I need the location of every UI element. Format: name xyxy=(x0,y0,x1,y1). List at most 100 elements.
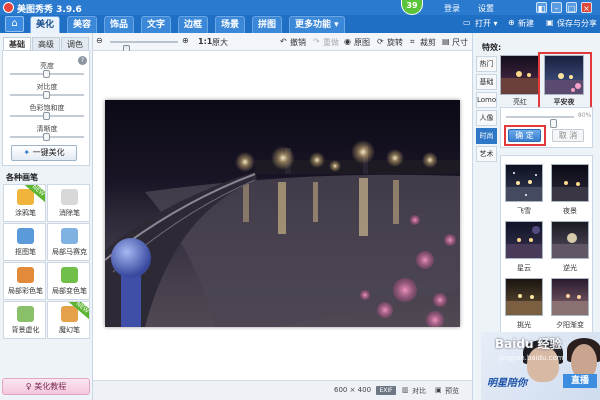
effect-thumb-night[interactable] xyxy=(551,164,589,202)
skin-icon[interactable]: ◧ xyxy=(536,2,547,13)
original-size-button[interactable]: 原大 xyxy=(212,37,228,48)
settings-link[interactable]: 设置 xyxy=(478,3,494,14)
minimize-icon[interactable]: – xyxy=(551,2,562,13)
new-button[interactable]: 新建 xyxy=(518,18,534,29)
night-river-photo[interactable] xyxy=(105,100,460,327)
photo-scene xyxy=(105,140,460,327)
tab-more[interactable]: 更多功能 ▾ xyxy=(289,16,345,33)
brush-label: 魔幻笔 xyxy=(59,326,80,334)
thumb-scene xyxy=(506,226,542,258)
undo-button[interactable]: 撤销 xyxy=(290,37,306,48)
brush-magic[interactable]: 魔幻笔 NEW xyxy=(47,301,90,339)
zoom-ratio[interactable]: 1:1 xyxy=(198,37,212,46)
zoom-slider[interactable] xyxy=(110,41,178,54)
contrast-slider[interactable] xyxy=(10,91,84,99)
cancel-button[interactable]: 取 消 xyxy=(552,129,584,142)
effect-thumb-nebula[interactable] xyxy=(505,221,543,259)
tab-decoration[interactable]: 饰品 xyxy=(104,16,135,33)
contrast-slider-knob[interactable] xyxy=(43,91,50,99)
effect-thumb-snow[interactable] xyxy=(505,164,543,202)
resize-icon[interactable]: ▤ xyxy=(442,37,450,46)
save-icon[interactable]: ▣ xyxy=(546,18,554,27)
brush-local-color[interactable]: 局部彩色笔 xyxy=(3,262,46,300)
category-basic[interactable]: 基础 xyxy=(476,74,497,90)
login-link[interactable]: 登录 xyxy=(444,3,460,14)
open-icon[interactable]: ▭ xyxy=(463,18,471,27)
resize-button[interactable]: 尺寸 xyxy=(452,37,468,48)
category-portrait[interactable]: 人像 xyxy=(476,110,497,126)
thumb-scene xyxy=(552,181,588,201)
tab-advanced[interactable]: 高级 xyxy=(32,37,60,51)
brightness-slider-knob[interactable] xyxy=(43,70,50,78)
sharpness-slider[interactable] xyxy=(10,133,84,141)
compare-icon[interactable]: ▥ xyxy=(402,386,409,394)
undo-icon[interactable]: ↶ xyxy=(280,37,287,46)
home-icon[interactable]: ⌂ xyxy=(5,16,24,32)
one-click-label: 一键美化 xyxy=(32,148,65,157)
brush-mosaic[interactable]: 局部马赛克 xyxy=(47,223,90,261)
redo-button[interactable]: 重做 xyxy=(323,37,339,48)
brightness-slider[interactable] xyxy=(10,70,84,78)
status-bar: 600 × 400 EXIF ▥ 对比 ▣ 预览 xyxy=(93,380,472,400)
effect-thumb-highlight[interactable] xyxy=(505,278,543,316)
tab-frame[interactable]: 边框 xyxy=(178,16,209,33)
original-icon[interactable]: ◉ xyxy=(344,37,351,46)
tab-scene[interactable]: 场景 xyxy=(215,16,246,33)
preview-button[interactable]: 预览 xyxy=(445,386,459,396)
thumb-scene xyxy=(501,71,539,94)
category-fashion[interactable]: 时尚 xyxy=(476,128,497,144)
brush-recolor[interactable]: 局部变色笔 xyxy=(47,262,90,300)
exif-button[interactable]: EXIF xyxy=(376,386,396,395)
tab-basic[interactable]: 基础 xyxy=(3,37,31,51)
zoom-in-icon[interactable]: ⊕ xyxy=(182,36,189,45)
tab-text[interactable]: 文字 xyxy=(141,16,172,33)
new-icon[interactable]: ⊕ xyxy=(508,18,515,27)
strength-slider[interactable] xyxy=(506,116,574,128)
ad-banner[interactable]: Baidu 经验 jingyan.baidu.com 明星陪你 直播 xyxy=(481,332,600,400)
saturation-slider-knob[interactable] xyxy=(43,112,50,120)
brush-label: 局部马赛克 xyxy=(52,248,87,256)
rotate-button[interactable]: 旋转 xyxy=(387,37,403,48)
tab-face[interactable]: 美容 xyxy=(67,16,98,33)
tab-color[interactable]: 调色 xyxy=(61,37,89,51)
redo-icon[interactable]: ↷ xyxy=(313,37,320,46)
zoom-out-icon[interactable]: ⊖ xyxy=(96,36,103,45)
tutorial-button[interactable]: ♀ 美化教程 xyxy=(2,378,90,395)
category-hot[interactable]: 热门 xyxy=(476,56,497,72)
tab-collage[interactable]: 拼图 xyxy=(252,16,283,33)
rotate-icon[interactable]: ⟳ xyxy=(377,37,384,46)
save-share-button[interactable]: 保存与分享 xyxy=(557,18,597,29)
original-button[interactable]: 原图 xyxy=(354,37,370,48)
close-icon[interactable]: × xyxy=(581,2,592,13)
effect-label: 夜景 xyxy=(563,207,577,215)
compare-button[interactable]: 对比 xyxy=(412,386,426,396)
category-art[interactable]: 艺术 xyxy=(476,146,497,162)
window-title: 美图秀秀 3.9.6 xyxy=(17,5,82,15)
brush-background-blur[interactable]: 背景虚化 xyxy=(3,301,46,339)
color-brush-icon xyxy=(17,267,34,283)
preview-icon[interactable]: ▣ xyxy=(435,386,442,394)
strength-slider-knob[interactable] xyxy=(550,119,557,128)
crop-button[interactable]: 裁剪 xyxy=(420,37,436,48)
effect-thumb-bright-red[interactable] xyxy=(500,55,540,95)
level-badge[interactable]: 39 xyxy=(401,0,423,15)
sharpness-slider-knob[interactable] xyxy=(43,133,50,141)
one-click-beautify-button[interactable]: ✦ 一键美化 xyxy=(11,145,77,161)
brush-cutout[interactable]: 抠图笔 xyxy=(3,223,46,261)
strength-value: 80% xyxy=(578,112,592,119)
effect-thumb-backlight[interactable] xyxy=(551,221,589,259)
tab-beautify[interactable]: 美化 xyxy=(30,16,61,33)
brush-doodle[interactable]: 涂鸦笔 NEW xyxy=(3,184,46,222)
brush-eraser[interactable]: 消除笔 xyxy=(47,184,90,222)
saturation-slider[interactable] xyxy=(10,112,84,120)
effect-thumb-sunset-gradient[interactable] xyxy=(551,278,589,316)
confirm-button[interactable]: 确 定 xyxy=(508,129,541,142)
brushes-heading: 各种画笔 xyxy=(6,173,38,182)
baidu-watermark-url: jingyan.baidu.com xyxy=(499,354,564,362)
menu-bar: ⌂ 美化 美容 饰品 文字 边框 场景 拼图 更多功能 ▾ ▭ 打开 ▾ ⊕ 新… xyxy=(0,15,600,33)
category-lomo[interactable]: Lomo xyxy=(476,92,497,108)
crop-icon[interactable]: ⌗ xyxy=(410,37,415,47)
maximize-icon[interactable]: □ xyxy=(566,2,577,13)
open-button[interactable]: 打开 ▾ xyxy=(475,18,498,29)
effect-label: 亮红 xyxy=(513,98,527,106)
